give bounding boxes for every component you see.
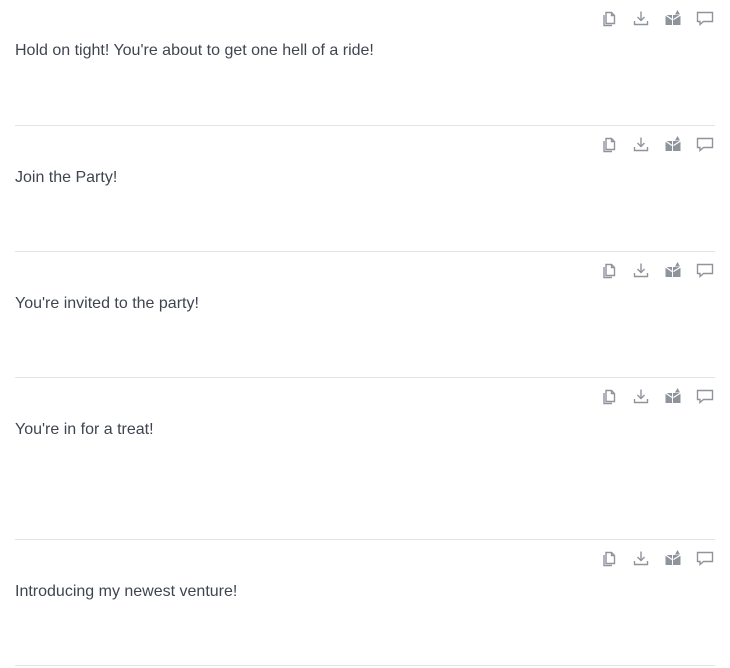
result-actions (587, 134, 715, 154)
download-button[interactable] (631, 548, 651, 568)
result-actions (587, 548, 715, 568)
comment-button[interactable] (695, 548, 715, 568)
mail-icon (665, 10, 681, 25)
mail-button[interactable] (663, 386, 683, 406)
result-actions (587, 386, 715, 406)
result-text: Introducing my newest venture! (15, 583, 238, 600)
comment-icon (696, 263, 714, 279)
copy-button[interactable] (599, 386, 619, 406)
result-text: Join the Party! (15, 169, 118, 186)
copy-button[interactable] (599, 260, 619, 280)
result-text: You're in for a treat! (15, 421, 154, 438)
comment-icon (696, 551, 714, 567)
mail-button[interactable] (663, 8, 683, 28)
download-button[interactable] (631, 260, 651, 280)
result-text: Hold on tight! You're about to get one h… (15, 42, 374, 59)
result-item: Introducing my newest venture! (15, 540, 715, 666)
comment-button[interactable] (695, 8, 715, 28)
copy-button[interactable] (599, 134, 619, 154)
download-button[interactable] (631, 134, 651, 154)
mail-icon (665, 550, 681, 565)
comment-button[interactable] (695, 260, 715, 280)
result-item: Hold on tight! You're about to get one h… (15, 0, 715, 126)
comment-button[interactable] (695, 134, 715, 154)
mail-icon (665, 388, 681, 403)
download-icon (633, 389, 649, 404)
mail-button[interactable] (663, 134, 683, 154)
download-icon (633, 11, 649, 26)
copy-button[interactable] (599, 548, 619, 568)
copy-icon (603, 389, 616, 405)
mail-button[interactable] (663, 260, 683, 280)
comment-button[interactable] (695, 386, 715, 406)
result-actions (587, 260, 715, 280)
results-list: Hold on tight! You're about to get one h… (15, 0, 715, 666)
result-actions (587, 8, 715, 28)
copy-button[interactable] (599, 8, 619, 28)
download-icon (633, 551, 649, 566)
copy-icon (603, 137, 616, 153)
copy-icon (603, 11, 616, 27)
download-icon (633, 137, 649, 152)
result-item: You're invited to the party! (15, 252, 715, 378)
copy-icon (603, 263, 616, 279)
comment-icon (696, 137, 714, 153)
download-icon (633, 263, 649, 278)
comment-icon (696, 389, 714, 405)
mail-icon (665, 262, 681, 277)
result-item: Join the Party! (15, 126, 715, 252)
copy-icon (603, 551, 616, 567)
mail-icon (665, 136, 681, 151)
mail-button[interactable] (663, 548, 683, 568)
download-button[interactable] (631, 386, 651, 406)
result-text: You're invited to the party! (15, 295, 199, 312)
result-item: You're in for a treat! (15, 378, 715, 540)
download-button[interactable] (631, 8, 651, 28)
comment-icon (696, 11, 714, 27)
